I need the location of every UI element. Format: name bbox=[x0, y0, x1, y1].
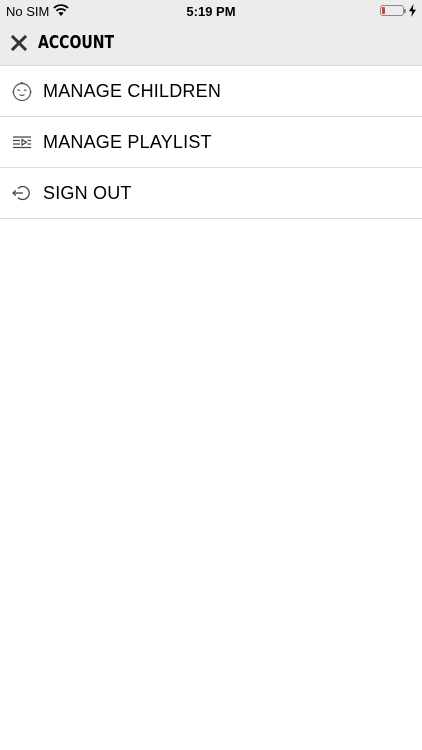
menu-item-label: MANAGE CHILDREN bbox=[43, 81, 222, 101]
menu-item-sign-out[interactable]: SIGN OUT bbox=[0, 168, 422, 219]
battery-level bbox=[382, 7, 385, 14]
bolt-icon bbox=[409, 4, 416, 17]
menu-item-label: SIGN OUT bbox=[43, 183, 132, 203]
close-icon[interactable] bbox=[10, 34, 28, 52]
baby-face-icon bbox=[12, 81, 32, 102]
menu-item-label: MANAGE PLAYLIST bbox=[43, 132, 212, 152]
playlist-icon bbox=[13, 136, 31, 149]
menu-item-manage-children[interactable]: MANAGE CHILDREN bbox=[0, 66, 422, 117]
account-menu: MANAGE CHILDREN MANAGE PLAYLIST SIGN OUT bbox=[0, 66, 422, 219]
menu-item-manage-playlist[interactable]: MANAGE PLAYLIST bbox=[0, 117, 422, 168]
header: ACCOUNT bbox=[0, 22, 422, 66]
status-bar: No SIM 5:19 PM bbox=[0, 0, 422, 22]
battery-icon bbox=[380, 5, 406, 16]
page-title: ACCOUNT bbox=[38, 32, 115, 53]
sign-out-icon bbox=[12, 185, 30, 201]
status-time: 5:19 PM bbox=[186, 4, 236, 19]
